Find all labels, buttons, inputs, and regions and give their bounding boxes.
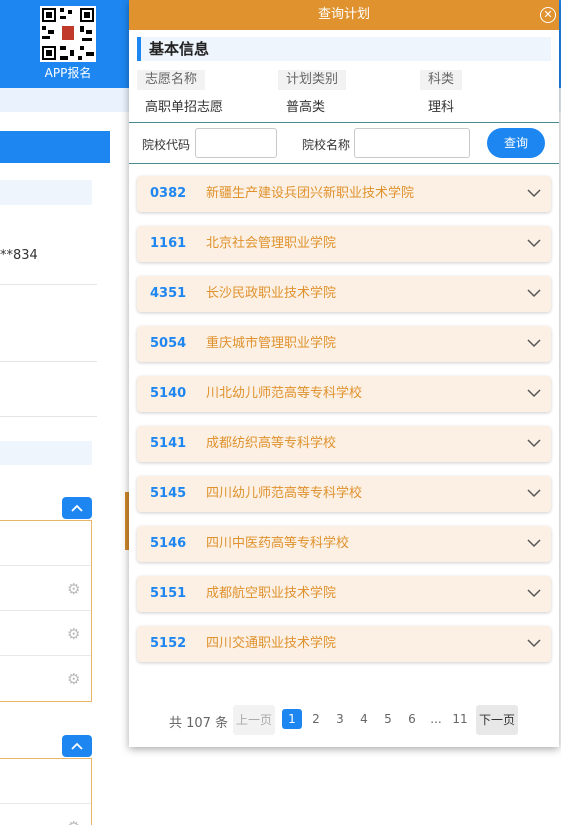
search-button[interactable]: 查询 bbox=[487, 128, 545, 158]
gear-icon[interactable]: ⚙ bbox=[67, 819, 83, 825]
info-label-volunteer-name: 志愿名称 bbox=[137, 70, 206, 90]
school-list: 0382 新疆生产建设兵团兴新职业技术学院 1161 北京社会管理职业学院 4351 长沙… bbox=[137, 176, 551, 676]
chevron-down-icon[interactable] bbox=[527, 238, 541, 248]
chevron-down-icon[interactable] bbox=[527, 538, 541, 548]
chevron-down-icon[interactable] bbox=[527, 588, 541, 598]
query-plan-modal: 查询计划 ✕ 基本信息 志愿名称 计划类别 科类 高职单招志愿 普高类 理科 院… bbox=[129, 0, 559, 747]
info-label-plan-category: 计划类别 bbox=[278, 70, 347, 90]
school-name: 成都航空职业技术学院 bbox=[206, 586, 337, 601]
page-number-button[interactable]: 2 bbox=[306, 709, 326, 729]
gear-icon[interactable]: ⚙ bbox=[67, 581, 83, 597]
school-code: 5146 bbox=[150, 536, 187, 551]
divider bbox=[0, 284, 97, 285]
background-tab bbox=[0, 131, 110, 163]
school-name: 重庆城市管理职业学院 bbox=[206, 336, 337, 351]
school-code: 5140 bbox=[150, 386, 187, 401]
modal-header: 查询计划 ✕ bbox=[129, 0, 559, 30]
page-number-button[interactable]: 4 bbox=[354, 709, 374, 729]
chevron-down-icon[interactable] bbox=[527, 338, 541, 348]
school-code: 0382 bbox=[150, 186, 187, 201]
info-value-plan-category: 普高类 bbox=[286, 100, 326, 115]
prev-page-button[interactable]: 上一页 bbox=[233, 705, 275, 735]
school-name: 长沙民政职业技术学院 bbox=[206, 286, 337, 301]
school-name: 新疆生产建设兵团兴新职业技术学院 bbox=[206, 186, 415, 201]
school-name: 四川交通职业技术学院 bbox=[206, 636, 337, 651]
gear-icon[interactable]: ⚙ bbox=[67, 626, 83, 642]
school-item[interactable]: 1161 北京社会管理职业学院 bbox=[137, 226, 551, 262]
school-code: 5152 bbox=[150, 636, 187, 651]
modal-title: 查询计划 bbox=[317, 7, 370, 22]
pagination-total: 共 107 条 bbox=[169, 716, 229, 731]
background-section-header bbox=[0, 441, 92, 465]
list-item: ⚙ bbox=[0, 656, 91, 701]
chevron-down-icon[interactable] bbox=[527, 488, 541, 498]
close-icon[interactable]: ✕ bbox=[540, 7, 556, 23]
chevron-down-icon[interactable] bbox=[527, 438, 541, 448]
list-item: ⚙ bbox=[0, 566, 91, 611]
qr-code bbox=[40, 6, 96, 62]
list-item: ⚙ bbox=[0, 611, 91, 656]
list-item bbox=[0, 759, 91, 804]
school-name-label: 院校名称 bbox=[302, 138, 351, 152]
page-number-button[interactable]: 11 bbox=[450, 709, 470, 729]
gear-icon[interactable]: ⚙ bbox=[67, 671, 83, 687]
school-code-label: 院校代码 bbox=[142, 138, 191, 152]
page-number-button[interactable]: 1 bbox=[282, 709, 302, 729]
divider bbox=[0, 361, 97, 362]
section-title: 基本信息 bbox=[137, 37, 551, 61]
info-value-subject: 理科 bbox=[428, 100, 455, 115]
school-item[interactable]: 5140 川北幼儿师范高等专科学校 bbox=[137, 376, 551, 412]
school-item[interactable]: 5151 成都航空职业技术学院 bbox=[137, 576, 551, 612]
school-code: 5141 bbox=[150, 436, 187, 451]
school-item[interactable]: 5152 四川交通职业技术学院 bbox=[137, 626, 551, 662]
divider bbox=[129, 122, 559, 123]
pagination: 共 107 条 上一页 1 2 3 4 5 6... 11 下一页 bbox=[129, 705, 559, 735]
info-label-subject: 科类 bbox=[420, 70, 463, 90]
background-section-header bbox=[0, 180, 92, 205]
school-code: 5145 bbox=[150, 486, 187, 501]
school-name: 北京社会管理职业学院 bbox=[206, 236, 337, 251]
school-name: 川北幼儿师范高等专科学校 bbox=[206, 386, 363, 401]
school-code: 5054 bbox=[150, 336, 187, 351]
school-item[interactable]: 5145 四川幼儿师范高等专科学校 bbox=[137, 476, 551, 512]
app-signup-label[interactable]: APP报名 bbox=[38, 64, 98, 81]
list-item bbox=[0, 521, 91, 566]
school-item[interactable]: 5146 四川中医药高等专科学校 bbox=[137, 526, 551, 562]
school-item[interactable]: 4351 长沙民政职业技术学院 bbox=[137, 276, 551, 312]
chevron-down-icon[interactable] bbox=[527, 188, 541, 198]
chevron-up-icon bbox=[71, 742, 83, 750]
page-number-button[interactable]: 5 bbox=[378, 709, 398, 729]
divider bbox=[0, 416, 97, 417]
collapse-button[interactable] bbox=[62, 735, 92, 757]
chevron-up-icon bbox=[71, 504, 83, 512]
collapse-button[interactable] bbox=[62, 497, 92, 519]
info-value-volunteer-name: 高职单招志愿 bbox=[145, 100, 224, 115]
school-name-input[interactable] bbox=[354, 128, 470, 158]
list-item: ⚙ bbox=[0, 804, 91, 825]
masked-id-text: **834 bbox=[0, 248, 38, 263]
next-page-button[interactable]: 下一页 bbox=[476, 705, 518, 735]
chevron-down-icon[interactable] bbox=[527, 288, 541, 298]
school-code-input[interactable] bbox=[195, 128, 277, 158]
school-item[interactable]: 5054 重庆城市管理职业学院 bbox=[137, 326, 551, 362]
school-name: 四川中医药高等专科学校 bbox=[206, 536, 350, 551]
pagination-ellipsis: ... bbox=[430, 712, 442, 726]
school-code: 4351 bbox=[150, 286, 187, 301]
background-list-box: ⚙ bbox=[0, 758, 92, 825]
chevron-down-icon[interactable] bbox=[527, 388, 541, 398]
page-number-button[interactable]: 6 bbox=[402, 709, 422, 729]
school-code: 5151 bbox=[150, 586, 187, 601]
school-item[interactable]: 0382 新疆生产建设兵团兴新职业技术学院 bbox=[137, 176, 551, 212]
chevron-down-icon[interactable] bbox=[527, 638, 541, 648]
divider bbox=[129, 163, 559, 164]
school-code: 1161 bbox=[150, 236, 187, 251]
background-list-box: ⚙ ⚙ ⚙ bbox=[0, 520, 92, 702]
school-name: 成都纺织高等专科学校 bbox=[206, 436, 337, 451]
page-number-button[interactable]: 3 bbox=[330, 709, 350, 729]
school-name: 四川幼儿师范高等专科学校 bbox=[206, 486, 363, 501]
school-item[interactable]: 5141 成都纺织高等专科学校 bbox=[137, 426, 551, 462]
